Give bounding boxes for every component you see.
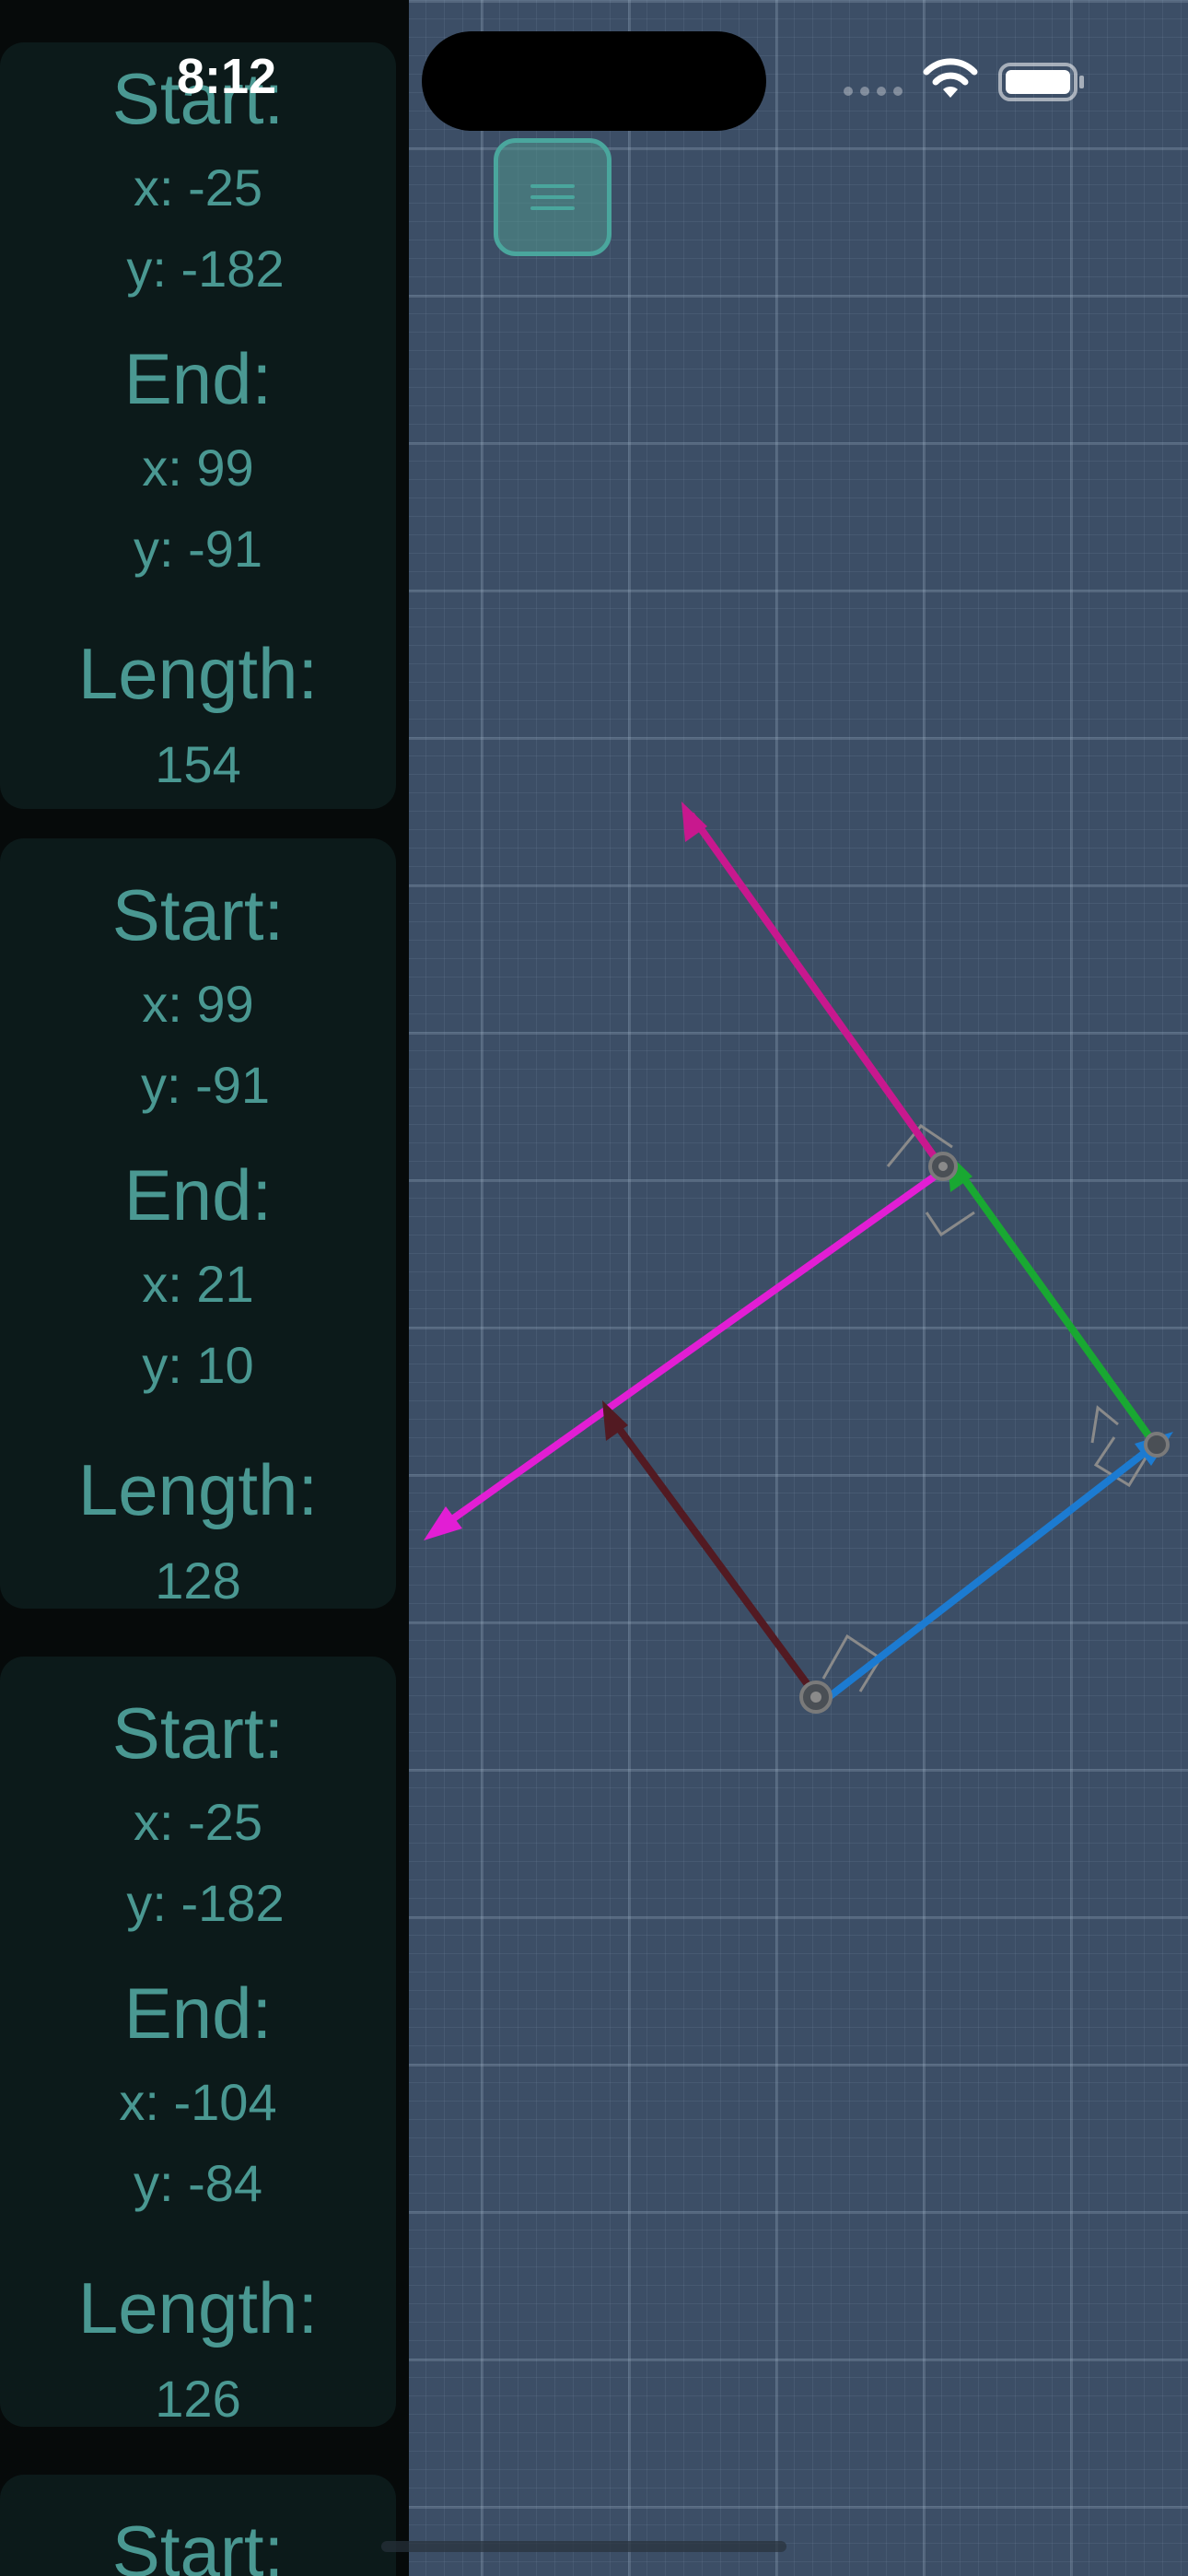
length-heading: Length: <box>77 2267 319 2348</box>
anchor-point[interactable] <box>799 1680 833 1714</box>
vector-canvas[interactable] <box>409 0 1188 2576</box>
segment-card[interactable]: Start: <box>0 2475 396 2576</box>
end-y-value: y: -91 <box>133 520 263 578</box>
end-heading: End: <box>123 1973 273 2054</box>
start-heading: Start: <box>111 874 285 955</box>
start-y-value: y: -182 <box>126 1874 285 1932</box>
anchor-point[interactable] <box>928 1152 958 1181</box>
home-indicator[interactable] <box>381 2541 786 2552</box>
start-heading: Start: <box>111 2511 285 2576</box>
menu-icon <box>530 184 575 188</box>
vector-drawing[interactable] <box>409 0 1188 2576</box>
app-root: Start: x: -25 y: -182 End: x: 99 y: -91 … <box>0 0 1188 2576</box>
end-heading: End: <box>123 1154 273 1235</box>
end-x-value: x: -104 <box>119 2073 277 2131</box>
wifi-icon <box>923 58 978 98</box>
menu-icon <box>530 195 575 199</box>
length-value: 154 <box>155 735 241 793</box>
menu-button[interactable] <box>494 138 611 256</box>
cellular-signal-icon <box>844 87 903 96</box>
vector-magenta[interactable] <box>430 1172 938 1537</box>
start-y-value: y: -91 <box>140 1056 271 1114</box>
right-angle-mark <box>925 1211 975 1237</box>
end-y-value: y: 10 <box>142 1336 254 1394</box>
anchor-point[interactable] <box>1144 1432 1170 1458</box>
vector-darkred[interactable] <box>604 1411 818 1696</box>
segment-card[interactable]: Start: x: -25 y: -182 End: x: 99 y: -91 … <box>0 42 396 809</box>
vector-magenta-arrowhead <box>424 1506 462 1540</box>
menu-icon <box>530 206 575 210</box>
vector-pink[interactable] <box>687 812 945 1169</box>
battery-icon <box>998 63 1084 101</box>
status-time: 8:12 <box>176 49 277 104</box>
end-x-value: x: 21 <box>142 1255 254 1313</box>
segments-sidebar[interactable]: Start: x: -25 y: -182 End: x: 99 y: -91 … <box>0 0 409 2576</box>
vector-green[interactable] <box>950 1162 1155 1442</box>
start-x-value: x: 99 <box>142 975 254 1033</box>
end-heading: End: <box>123 338 273 419</box>
segment-card[interactable]: Start: x: 99 y: -91 End: x: 21 y: 10 Len… <box>0 838 396 1609</box>
start-y-value: y: -182 <box>126 240 285 298</box>
start-heading: Start: <box>111 1692 285 1774</box>
start-x-value: x: -25 <box>133 158 263 217</box>
end-x-value: x: 99 <box>142 439 254 497</box>
length-value: 126 <box>155 2370 241 2428</box>
dynamic-island <box>422 31 766 131</box>
start-x-value: x: -25 <box>133 1793 263 1851</box>
length-value: 128 <box>155 1551 241 1610</box>
end-y-value: y: -84 <box>133 2154 263 2212</box>
length-heading: Length: <box>77 1449 319 1530</box>
segment-card[interactable]: Start: x: -25 y: -182 End: x: -104 y: -8… <box>0 1657 396 2427</box>
length-heading: Length: <box>77 633 319 714</box>
vector-blue[interactable] <box>826 1435 1165 1701</box>
